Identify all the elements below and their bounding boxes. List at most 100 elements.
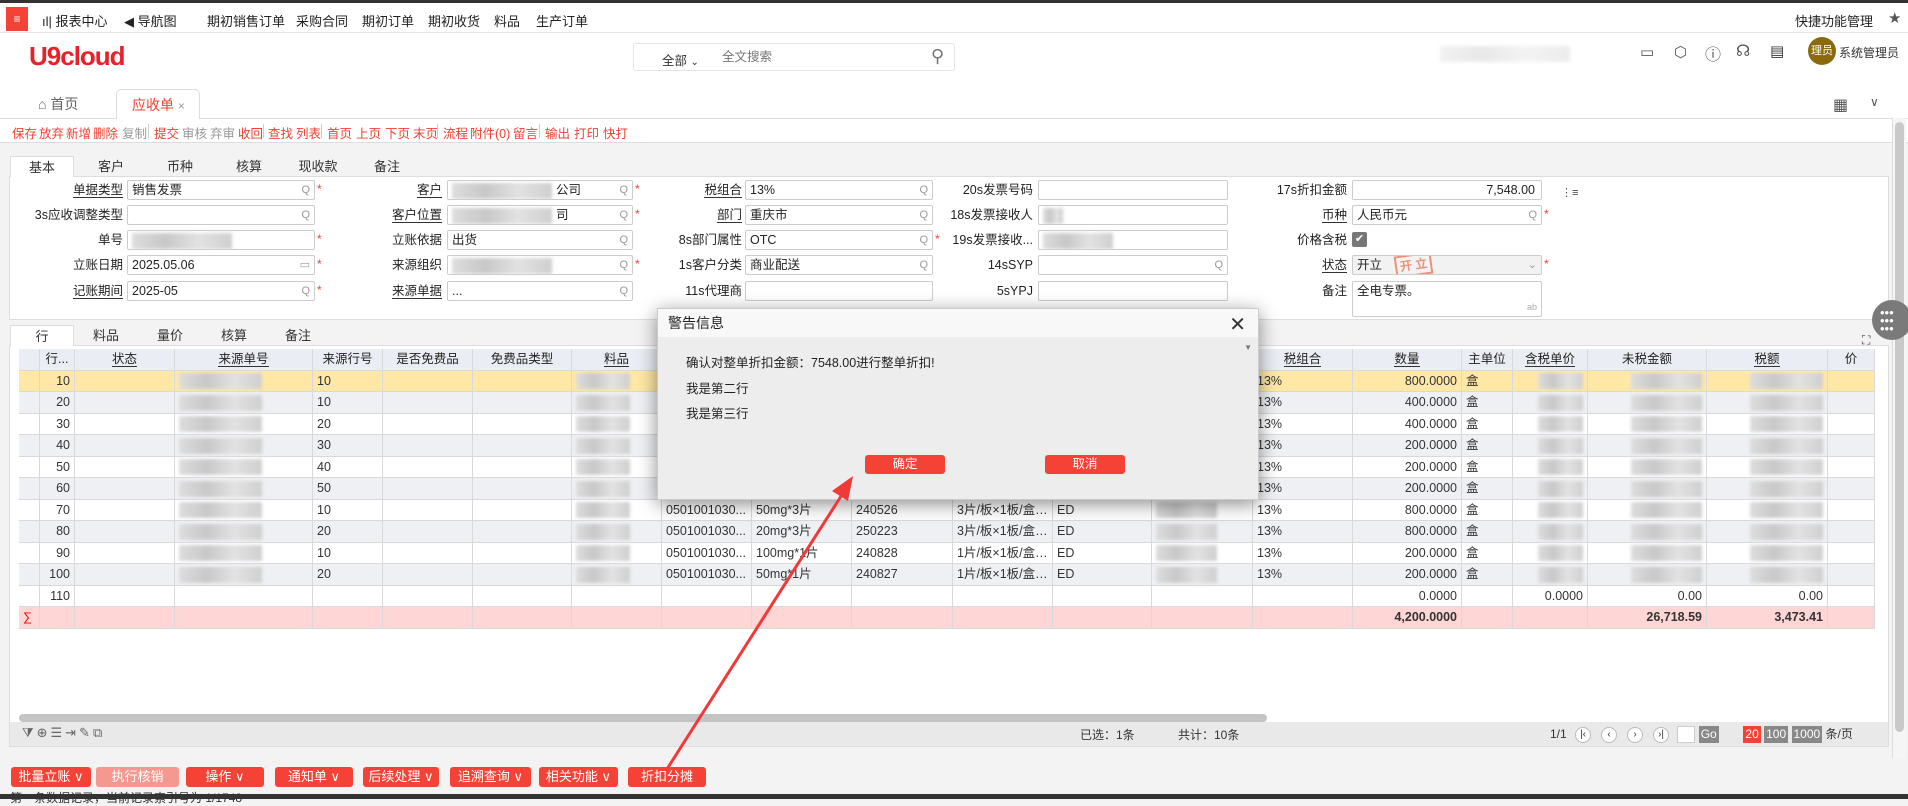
table-cell[interactable] [383, 370, 473, 392]
table-cell[interactable]: 盒 [1462, 435, 1513, 457]
quick-link[interactable]: 采购合同 [296, 11, 348, 30]
table-cell[interactable]: 13% [1253, 392, 1353, 414]
toolbar-button[interactable]: 弃审 [210, 123, 235, 142]
column-header[interactable]: 税组合 [1253, 349, 1353, 371]
discount-allocation-button[interactable]: 折扣分摊 [628, 767, 706, 787]
table-cell[interactable] [1707, 542, 1828, 564]
last-page-button[interactable]: ›| [1653, 726, 1670, 743]
table-cell[interactable] [473, 413, 572, 435]
table-cell[interactable]: 30 [313, 435, 383, 457]
table-cell[interactable] [572, 370, 662, 392]
table-cell[interactable] [852, 585, 953, 607]
table-cell[interactable] [175, 478, 313, 500]
table-cell[interactable]: 50 [40, 456, 75, 478]
hamburger-menu-button[interactable]: ≡ [6, 7, 28, 31]
toolbar-button[interactable]: 收回 [238, 123, 263, 142]
table-cell[interactable] [572, 542, 662, 564]
column-header[interactable]: 未税金额 [1588, 349, 1707, 371]
field-input[interactable]: Q [127, 205, 315, 225]
table-cell[interactable]: 70 [40, 499, 75, 521]
fullscreen-icon[interactable]: ⛶ [1862, 333, 1870, 348]
search-icon[interactable]: ⚲ [931, 46, 944, 67]
quick-link[interactable]: 期初销售订单 [207, 11, 285, 30]
help-icon[interactable]: ⓘ [1705, 41, 1721, 65]
search-input[interactable] [722, 48, 912, 66]
field-input[interactable]: 2025-05 Q [127, 281, 315, 301]
table-cell[interactable] [1513, 370, 1588, 392]
related-functions-button[interactable]: 相关功能 ∨ [539, 767, 618, 787]
table-cell[interactable] [1707, 370, 1828, 392]
table-cell[interactable]: 13% [1253, 542, 1353, 564]
table-cell[interactable]: 200.0000 [1353, 478, 1462, 500]
column-header[interactable]: 行... [40, 349, 75, 371]
table-cell[interactable] [473, 370, 572, 392]
table-cell[interactable] [1588, 413, 1707, 435]
table-cell[interactable] [572, 456, 662, 478]
table-cell[interactable] [19, 542, 40, 564]
field-input[interactable] [1038, 230, 1228, 250]
table-cell[interactable]: 20 [40, 392, 75, 414]
table-cell[interactable] [572, 521, 662, 543]
table-cell[interactable] [75, 542, 175, 564]
table-cell[interactable]: 40 [40, 435, 75, 457]
table-cell[interactable] [75, 456, 175, 478]
table-cell[interactable]: 盒 [1462, 456, 1513, 478]
field-input[interactable] [1038, 205, 1228, 225]
table-cell[interactable] [473, 392, 572, 414]
table-cell[interactable]: 30 [40, 413, 75, 435]
table-cell[interactable]: 1片/板×1板/盒×... [953, 564, 1053, 586]
filter-icon[interactable]: ⧩ [22, 725, 37, 740]
quick-link[interactable]: 期初订单 [362, 11, 414, 30]
column-header[interactable]: 来源单号 [175, 349, 313, 371]
tab-receivable[interactable]: 应收单 × [116, 89, 200, 119]
table-row[interactable]: 80 20 0501001030... 20mg*3片 250223 3片/板×1板/盒×… [19, 521, 1875, 543]
table-cell[interactable] [383, 392, 473, 414]
field-input[interactable] [127, 230, 315, 250]
table-cell[interactable] [175, 413, 313, 435]
table-cell[interactable] [1253, 585, 1353, 607]
table-cell[interactable] [19, 521, 40, 543]
table-cell[interactable] [75, 392, 175, 414]
table-cell[interactable]: 13% [1253, 521, 1353, 543]
vertical-scrollbar[interactable] [1892, 118, 1906, 758]
table-cell[interactable] [752, 585, 852, 607]
table-cell[interactable] [313, 585, 383, 607]
table-cell[interactable] [473, 542, 572, 564]
go-button[interactable]: Go [1698, 726, 1719, 744]
table-cell[interactable]: 400.0000 [1353, 413, 1462, 435]
table-cell[interactable] [1828, 499, 1875, 521]
table-cell[interactable] [1707, 413, 1828, 435]
table-cell[interactable] [383, 435, 473, 457]
table-cell[interactable] [1513, 478, 1588, 500]
table-cell[interactable] [662, 585, 752, 607]
table-cell[interactable] [75, 564, 175, 586]
table-cell[interactable] [1588, 392, 1707, 414]
table-cell[interactable] [1828, 435, 1875, 457]
table-cell[interactable]: 10 [313, 499, 383, 521]
table-cell[interactable] [383, 456, 473, 478]
form-tab[interactable]: 客户 [79, 156, 143, 177]
field-input[interactable]: 全电专票。 ab [1352, 281, 1542, 317]
first-page-button[interactable]: |‹ [1575, 726, 1592, 743]
notice-button[interactable]: 通知单 ∨ [275, 767, 353, 787]
table-cell[interactable]: 800.0000 [1353, 370, 1462, 392]
table-cell[interactable] [1707, 392, 1828, 414]
table-cell[interactable] [1053, 585, 1152, 607]
edit-icon[interactable]: ✎ [79, 725, 93, 740]
table-cell[interactable] [1707, 478, 1828, 500]
table-cell[interactable]: 100mg*1片 [752, 542, 852, 564]
field-settings-icon[interactable]: ⋮≡ [1561, 186, 1578, 199]
table-cell[interactable] [75, 435, 175, 457]
execute-writeoff-button[interactable]: 执行核销 [96, 767, 179, 787]
table-cell[interactable] [572, 435, 662, 457]
add-row-icon[interactable]: ⊕ [37, 725, 51, 740]
table-cell[interactable] [19, 564, 40, 586]
table-cell[interactable] [19, 370, 40, 392]
table-cell[interactable] [473, 585, 572, 607]
table-cell[interactable] [572, 564, 662, 586]
table-cell[interactable] [1828, 456, 1875, 478]
table-cell[interactable]: 800.0000 [1353, 499, 1462, 521]
table-cell[interactable]: 400.0000 [1353, 392, 1462, 414]
table-cell[interactable]: 10 [313, 542, 383, 564]
table-cell[interactable] [572, 392, 662, 414]
